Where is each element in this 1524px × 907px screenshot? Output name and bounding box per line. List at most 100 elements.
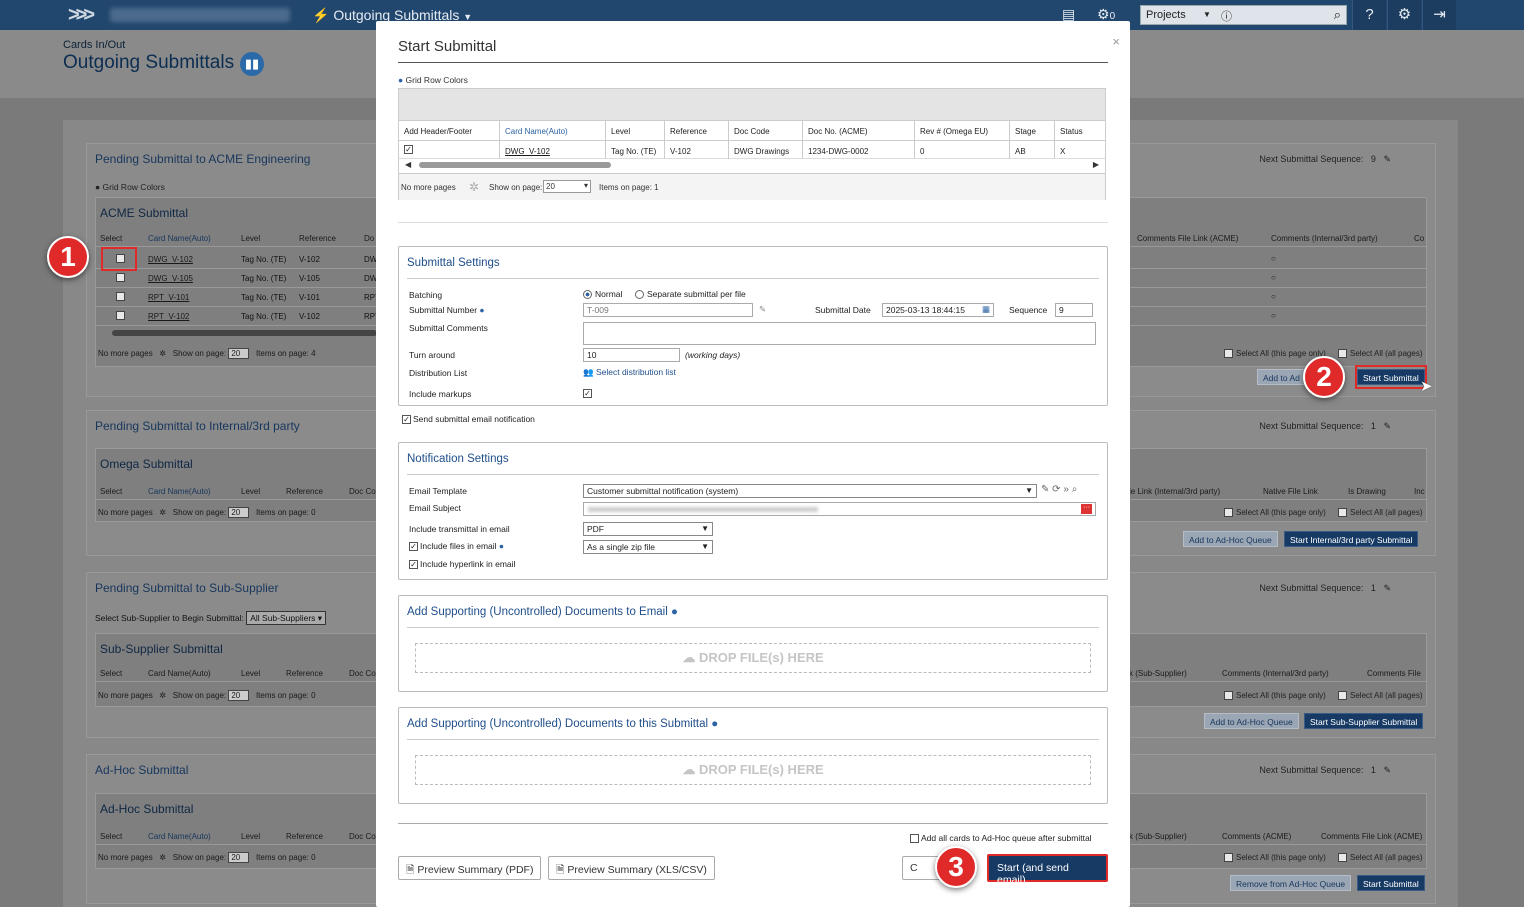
preview-pdf-button[interactable]: 🗎 Preview Summary (PDF) [398, 856, 542, 880]
help-icon[interactable]: ● [499, 541, 504, 551]
help-icon[interactable]: ? [1352, 0, 1386, 30]
grid-row[interactable]: ✓ DWG_V-102 Tag No. (TE) V-102 DWG Drawi… [399, 141, 1105, 159]
start-adhoc-submittal-button[interactable]: Start Submittal [1357, 875, 1425, 891]
help-icon[interactable]: ● [671, 606, 678, 618]
pencil-icon[interactable]: ✎ [1383, 765, 1391, 775]
include-markups-checkbox[interactable]: ✓ [583, 388, 594, 399]
section-title: Notification Settings [407, 453, 509, 465]
file-drop-zone[interactable]: ☁ DROP FILE(s) HERE [415, 643, 1091, 673]
select-all-page[interactable]: Select All (this page only) [1224, 349, 1326, 359]
project-selector[interactable]: Projects ▼ ⓘ ⌕ [1140, 5, 1347, 25]
select-all-page[interactable]: Select All (this page only) [1224, 853, 1326, 863]
calendar-icon[interactable]: ▦ [982, 304, 990, 315]
refresh-icon[interactable]: ✲ [469, 180, 479, 194]
divider [398, 823, 1108, 824]
sequence-input[interactable]: 9 [1055, 303, 1093, 317]
turnaround-input[interactable]: 10 [583, 348, 680, 362]
edit-icons[interactable]: ✎ ⟳ » ⌕ [1041, 484, 1077, 495]
refresh-icon[interactable]: ⟳ [1052, 484, 1060, 495]
scroll-right-icon[interactable]: ▶ [1093, 160, 1099, 169]
search-icon[interactable]: ⌕ [1072, 484, 1078, 495]
dialog-title: Start Submittal [398, 38, 497, 55]
email-template-select[interactable]: Customer submittal notification (system)… [583, 484, 1037, 498]
submittal-number-input[interactable]: T-009 [583, 303, 753, 317]
batching-normal-radio[interactable]: Normal [583, 289, 622, 300]
row-checkbox[interactable] [116, 311, 125, 320]
chevron-down-icon: ▼ [1025, 486, 1033, 495]
pencil-icon[interactable]: ✎ [1383, 421, 1391, 431]
refresh-icon[interactable]: ✲ [159, 508, 166, 517]
grid-row-colors[interactable]: ● Grid Row Colors [398, 75, 468, 85]
select-all-all[interactable]: Select All (all pages) [1338, 508, 1422, 518]
send-email-checkbox[interactable]: ✓ Send submittal email notification [402, 414, 535, 425]
transmittal-select[interactable]: PDF ▼ [583, 522, 713, 536]
close-icon[interactable]: × [1112, 34, 1120, 49]
pager: No more pages ✲ Show on page: 20 Items o… [98, 348, 316, 359]
header-footer-checkbox[interactable]: ✓ [404, 145, 413, 154]
batching-separate-radio[interactable]: Separate submittal per file [635, 289, 746, 300]
refresh-icon[interactable]: ✲ [159, 691, 166, 700]
file-drop-zone[interactable]: ☁ DROP FILE(s) HERE [415, 755, 1091, 785]
select-all-all[interactable]: Select All (all pages) [1338, 349, 1422, 359]
select-all-page[interactable]: Select All (this page only) [1224, 691, 1326, 701]
pencil-icon[interactable]: ✎ [1041, 484, 1049, 495]
start-internal-submittal-button[interactable]: Start Internal/3rd party Submittal [1284, 531, 1419, 547]
select-all-page[interactable]: Select All (this page only) [1224, 508, 1326, 518]
section-divider [407, 739, 1099, 740]
pencil-icon[interactable]: ✎ [759, 304, 766, 315]
step-badge-1: 1 [47, 236, 89, 278]
grid-row-colors[interactable]: ● Grid Row Colors [95, 182, 165, 192]
divider [398, 62, 1108, 63]
panel-title: Pending Submittal to Sub-Supplier [95, 581, 279, 595]
column-divider [1009, 120, 1010, 159]
row-checkbox[interactable] [116, 273, 125, 282]
help-icon[interactable]: ● [479, 305, 484, 315]
grid-scrollbar[interactable]: ◀ ▶ [405, 160, 1099, 169]
logout-icon[interactable]: ⇥ [1422, 0, 1456, 30]
include-hyperlink-checkbox[interactable]: ✓ Include hyperlink in email [409, 559, 515, 570]
search-icon[interactable]: ⌕ [1334, 7, 1341, 23]
page-title: Outgoing Submittals [63, 52, 235, 73]
add-to-adhoc-button[interactable]: Add to Ad [1257, 369, 1306, 385]
book-icon[interactable]: ▮▮ [240, 52, 264, 76]
help-icon[interactable]: ● [711, 718, 718, 730]
refresh-icon[interactable]: ✲ [159, 349, 166, 358]
subsupplier-select[interactable]: All Sub-Suppliers ▾ [246, 611, 327, 625]
comment-icon[interactable]: ○ [1271, 273, 1276, 282]
refresh-icon[interactable]: ✲ [159, 853, 166, 862]
pager: No more pages ✲ Show on page: 20 Items o… [98, 507, 316, 518]
scroll-left-icon[interactable]: ◀ [405, 160, 411, 169]
row-checkbox[interactable] [116, 292, 125, 301]
comment-icon[interactable]: ○ [1271, 311, 1276, 320]
add-to-adhoc-button[interactable]: Add to Ad-Hoc Queue [1183, 531, 1278, 547]
cards-grid: Add Header/Footer Card Name(Auto) Level … [398, 88, 1106, 200]
pencil-icon[interactable]: ✎ [1383, 583, 1391, 593]
double-chevron-icon[interactable]: » [1063, 484, 1069, 495]
email-subject-input[interactable]: ··· [583, 502, 1096, 516]
select-all-all[interactable]: Select All (all pages) [1338, 853, 1422, 863]
start-and-send-email-button[interactable]: Start (and send email) [987, 854, 1108, 886]
pencil-icon[interactable]: ✎ [1383, 154, 1391, 164]
page-size-select[interactable]: 20 ▾ [543, 180, 591, 193]
add-to-adhoc-button[interactable]: Add to Ad-Hoc Queue [1204, 713, 1299, 729]
submittal-number-label: Submittal Number ● [409, 305, 485, 315]
scroll-thumb[interactable] [419, 162, 611, 168]
remove-from-adhoc-button[interactable]: Remove from Ad-Hoc Queue [1230, 875, 1352, 891]
submittal-comments-textarea[interactable] [583, 322, 1096, 345]
more-icon[interactable]: ··· [1081, 504, 1092, 514]
column-divider [605, 120, 606, 159]
include-files-checkbox[interactable]: ✓ Include files in email ● [409, 541, 504, 552]
horizontal-scrollbar[interactable] [112, 330, 377, 336]
adhoc-after-checkbox[interactable]: Add all cards to Ad-Hoc queue after subm… [910, 833, 1092, 844]
gear-icon[interactable]: ⚙ [1387, 0, 1421, 30]
comment-icon[interactable]: ○ [1271, 254, 1276, 263]
subsupplier-select-label: Select Sub-Supplier to Begin Submittal: … [95, 611, 327, 625]
preview-xls-button[interactable]: 🗎 Preview Summary (XLS/CSV) [548, 856, 715, 880]
start-subsupplier-submittal-button[interactable]: Start Sub-Supplier Submittal [1304, 713, 1424, 729]
comment-icon[interactable]: ○ [1271, 292, 1276, 301]
app-logo-icon[interactable]: >>> [68, 4, 95, 27]
select-distribution-link[interactable]: 👥 Select distribution list [583, 367, 676, 378]
submittal-date-input[interactable]: 2025-03-13 18:44:15 ▦ [882, 303, 994, 317]
files-mode-select[interactable]: As a single zip file ▼ [583, 540, 713, 554]
select-all-all[interactable]: Select All (all pages) [1338, 691, 1422, 701]
